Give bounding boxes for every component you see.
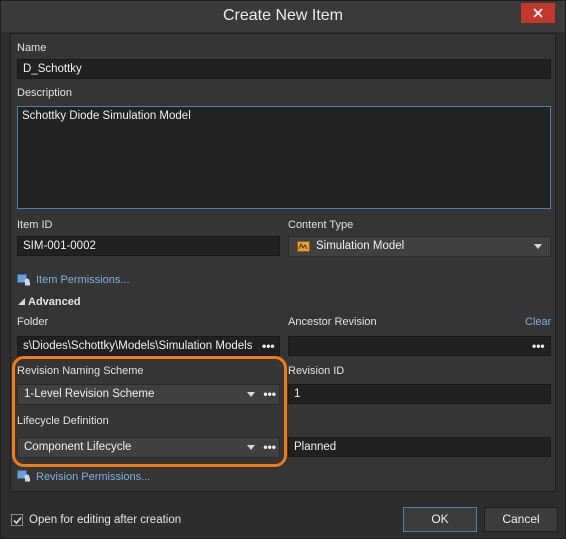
checkmark-icon (13, 517, 22, 525)
collapse-triangle-icon[interactable] (18, 298, 25, 305)
clear-link[interactable]: Clear (525, 316, 551, 328)
close-button[interactable] (521, 3, 555, 23)
name-label: Name (17, 42, 47, 54)
permissions-icon (17, 470, 30, 482)
open-for-editing-checkbox[interactable] (11, 514, 23, 526)
description-field[interactable]: Schottky Diode Simulation Model (17, 106, 551, 209)
create-new-item-dialog: Create New Item Name D_Schottky Descript… (0, 0, 566, 539)
cancel-button[interactable]: Cancel (484, 507, 558, 532)
chevron-down-icon (534, 244, 542, 249)
content-type-select[interactable]: Simulation Model (288, 236, 551, 257)
item-id-field[interactable]: SIM-001-0002 (17, 236, 280, 256)
ok-button[interactable]: OK (403, 507, 477, 532)
revision-id-label: Revision ID (288, 365, 345, 377)
folder-field[interactable]: s\Diodes\Schottky\Models\Simulation Mode… (17, 336, 280, 356)
advanced-section-header[interactable]: Advanced (28, 296, 81, 308)
dialog-title: Create New Item (222, 7, 344, 24)
close-icon (533, 8, 543, 18)
ancestor-revision-field[interactable] (288, 336, 551, 356)
permissions-icon (17, 274, 30, 286)
title-bar: Create New Item (1, 1, 565, 32)
description-label: Description (17, 87, 73, 99)
simulation-model-icon (297, 241, 310, 252)
revision-permissions-link[interactable]: Revision Permissions... (36, 471, 150, 483)
content-type-label: Content Type (288, 219, 354, 231)
folder-label: Folder (17, 316, 49, 328)
revision-id-field[interactable]: 1 (288, 384, 551, 404)
folder-browse-button[interactable]: ••• (262, 339, 275, 353)
item-id-label: Item ID (17, 219, 53, 231)
form-panel: Name D_Schottky Description Schottky Dio… (10, 33, 556, 492)
ancestor-revision-browse-button[interactable]: ••• (532, 339, 545, 353)
folder-value: s\Diodes\Schottky\Models\Simulation Mode… (23, 340, 253, 352)
ancestor-revision-label: Ancestor Revision (288, 316, 377, 328)
open-for-editing-label[interactable]: Open for editing after creation (29, 514, 181, 526)
content-type-value: Simulation Model (316, 240, 405, 252)
item-permissions-link[interactable]: Item Permissions... (36, 274, 130, 286)
lifecycle-state-field: Planned (288, 437, 551, 457)
highlight-outline (12, 356, 287, 467)
name-field[interactable]: D_Schottky (17, 59, 551, 79)
